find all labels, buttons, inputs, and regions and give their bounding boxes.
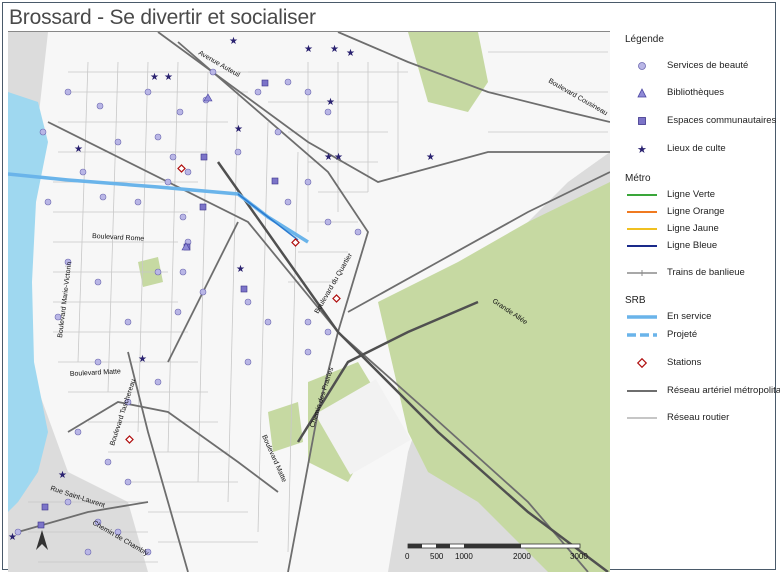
legend-item-libraries: Bibliothèques: [625, 86, 780, 100]
legend-item-ligne-bleue: Ligne Bleue: [625, 239, 780, 253]
line-swatch-icon: [627, 194, 657, 196]
scale-label: 1000: [455, 552, 473, 561]
svg-text:★: ★: [637, 143, 647, 156]
line-swatch-icon: [627, 315, 657, 319]
legend-label: En service: [667, 311, 712, 322]
map-frame: Brossard - Se divertir et socialiser ★ ★…: [2, 2, 780, 572]
legend-item-worship: ★ Lieux de culte: [625, 142, 780, 156]
svg-text:★: ★: [346, 48, 355, 59]
legend-item-beauty: Services de beauté: [625, 59, 780, 73]
legend-title: Légende: [625, 34, 664, 45]
svg-text:★: ★: [58, 470, 67, 481]
svg-text:★: ★: [8, 532, 17, 543]
legend-label: Réseau routier: [667, 412, 730, 423]
legend-item-ligne-verte: Ligne Verte: [625, 188, 780, 202]
circle-icon: [638, 62, 646, 70]
rail-line-icon: [627, 270, 657, 276]
legend-item-community: Espaces communautaires: [625, 114, 780, 128]
scale-label: 500: [430, 552, 444, 561]
legend-label: Stations: [667, 357, 702, 368]
scale-label: 0: [405, 552, 410, 561]
svg-text:★: ★: [138, 354, 147, 365]
square-icon: [638, 117, 646, 125]
legend-item-arterial: Réseau artériel métropolitain: [625, 384, 780, 398]
line-swatch-icon: [627, 228, 657, 230]
line-swatch-icon: [627, 245, 657, 247]
svg-text:★: ★: [326, 97, 335, 108]
svg-text:★: ★: [324, 152, 333, 163]
legend-metro-heading: Métro: [625, 173, 651, 184]
legend-label: Trains de banlieue: [667, 267, 745, 278]
map-canvas[interactable]: ★ ★ ★ ★ ★ ★ ★ ★ ★ ★ ★ ★ ★ ★ ★ ★ Avenue Auteuil Boule…: [8, 31, 610, 572]
legend-label: Ligne Jaune: [667, 223, 719, 234]
svg-text:★: ★: [330, 44, 339, 55]
legend-label: Lieux de culte: [667, 143, 726, 154]
svg-text:★: ★: [334, 152, 343, 163]
legend-label: Bibliothèques: [667, 87, 725, 98]
svg-text:★: ★: [236, 264, 245, 275]
legend-srb-heading: SRB: [625, 295, 646, 306]
star-icon: ★: [637, 143, 647, 156]
legend-panel: Légende Services de beauté Bibliothèques…: [615, 31, 780, 451]
dashed-line-icon: [627, 333, 657, 337]
line-swatch-icon: [627, 211, 657, 213]
legend-item-projete: Projeté: [625, 328, 780, 342]
svg-text:★: ★: [229, 36, 238, 47]
legend-item-trains: Trains de banlieue: [625, 266, 780, 280]
line-swatch-icon: [627, 417, 657, 419]
legend-item-road: Réseau routier: [625, 411, 780, 425]
svg-text:★: ★: [304, 44, 313, 55]
legend-label: Réseau artériel métropolitain: [667, 385, 780, 396]
scale-label: 2000: [513, 552, 531, 561]
legend-label: Espaces communautaires: [667, 115, 777, 126]
svg-text:★: ★: [164, 72, 173, 83]
legend-item-en-service: En service: [625, 310, 780, 324]
map-svg: ★★ ★ ★ ★ ★★★ ★★ ★ ★ ★★★★ Avenue Auteuil Boule…: [8, 32, 610, 572]
legend-label: Services de beauté: [667, 60, 749, 71]
svg-text:★: ★: [426, 152, 435, 163]
legend-label: Ligne Verte: [667, 189, 716, 200]
legend-label: Ligne Orange: [667, 206, 725, 217]
legend-label: Ligne Bleue: [667, 240, 718, 251]
svg-text:★: ★: [150, 72, 159, 83]
scale-label: 3000: [570, 552, 588, 561]
diamond-icon: [636, 357, 648, 369]
legend-item-ligne-orange: Ligne Orange: [625, 205, 780, 219]
line-swatch-icon: [627, 390, 657, 392]
svg-text:★: ★: [234, 124, 243, 135]
map-title: Brossard - Se divertir et socialiser: [9, 6, 316, 29]
legend-item-stations: Stations: [625, 356, 780, 370]
legend-label: Projeté: [667, 329, 698, 340]
triangle-icon: [637, 88, 647, 98]
svg-text:★: ★: [74, 144, 83, 155]
legend-item-ligne-jaune: Ligne Jaune: [625, 222, 780, 236]
